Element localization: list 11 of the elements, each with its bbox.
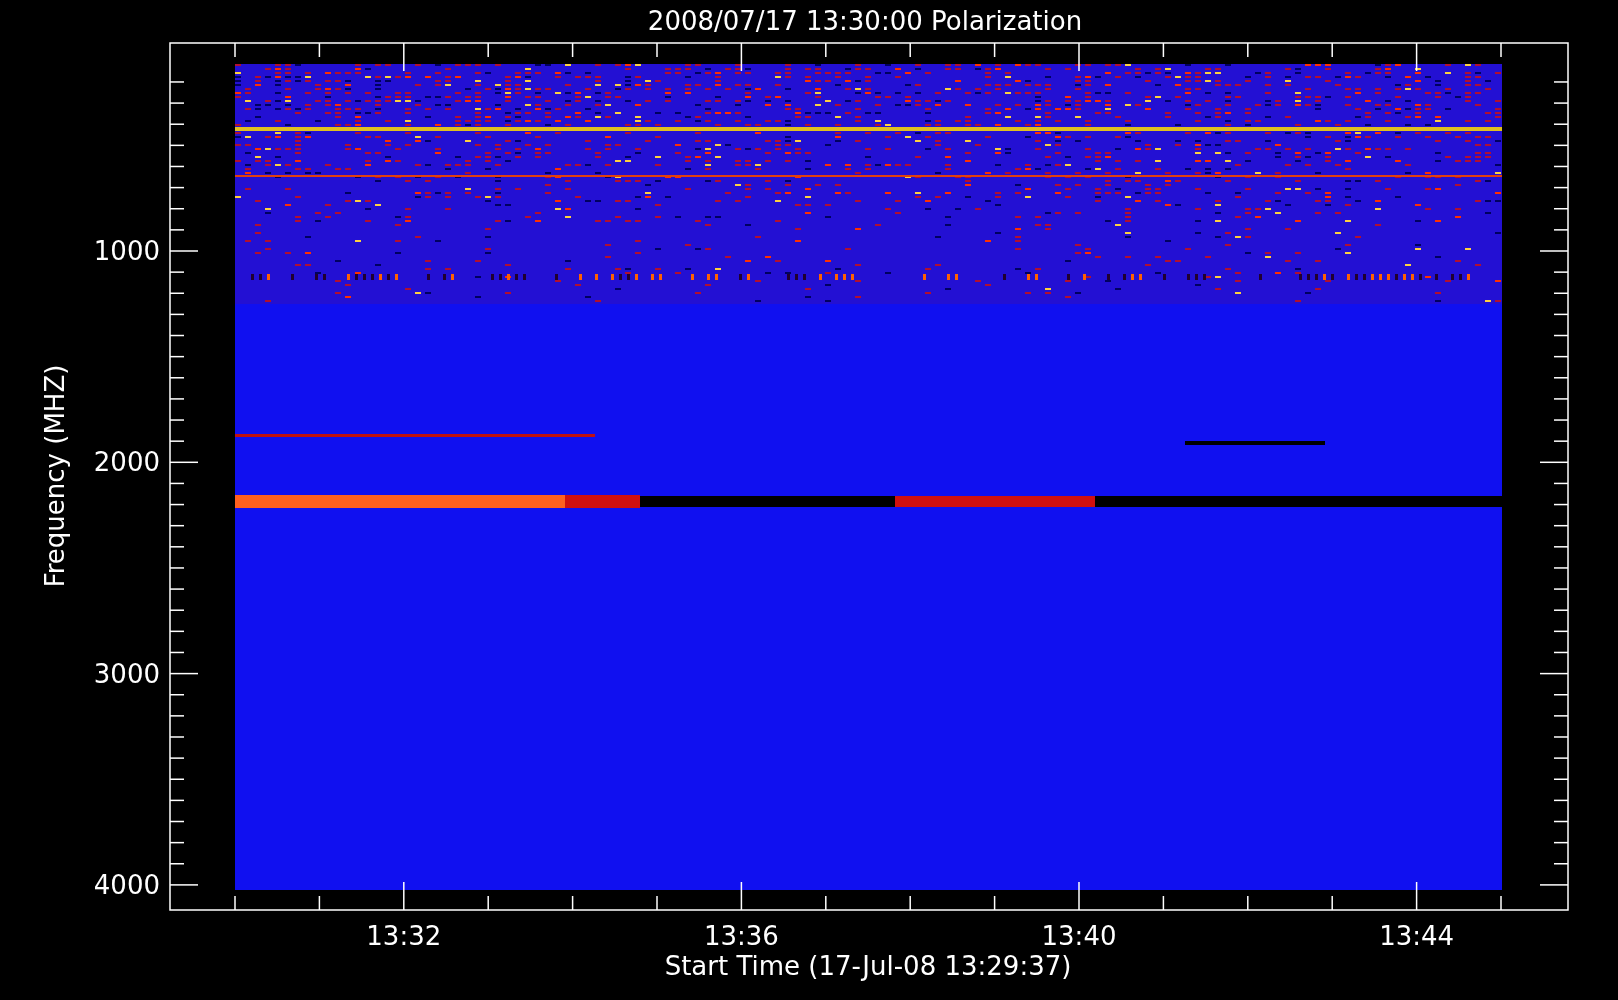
y-tick-label: 2000 <box>93 447 160 478</box>
x-tick-label: 13:32 <box>366 921 442 951</box>
x-axis-label: Start Time (17-Jul-08 13:29:37) <box>664 951 1072 981</box>
x-tick-label: 13:36 <box>703 921 779 951</box>
y-tick-label: 3000 <box>93 658 160 689</box>
y-axis-label: Frequency (MHZ) <box>40 364 70 588</box>
x-tick-label: 13:44 <box>1379 921 1455 951</box>
plot-title: 2008/07/17 13:30:00 Polarization <box>647 6 1083 36</box>
y-tick-label: 4000 <box>93 869 160 900</box>
y-tick-label: 1000 <box>93 236 160 266</box>
x-tick-label: 13:40 <box>1041 921 1117 951</box>
